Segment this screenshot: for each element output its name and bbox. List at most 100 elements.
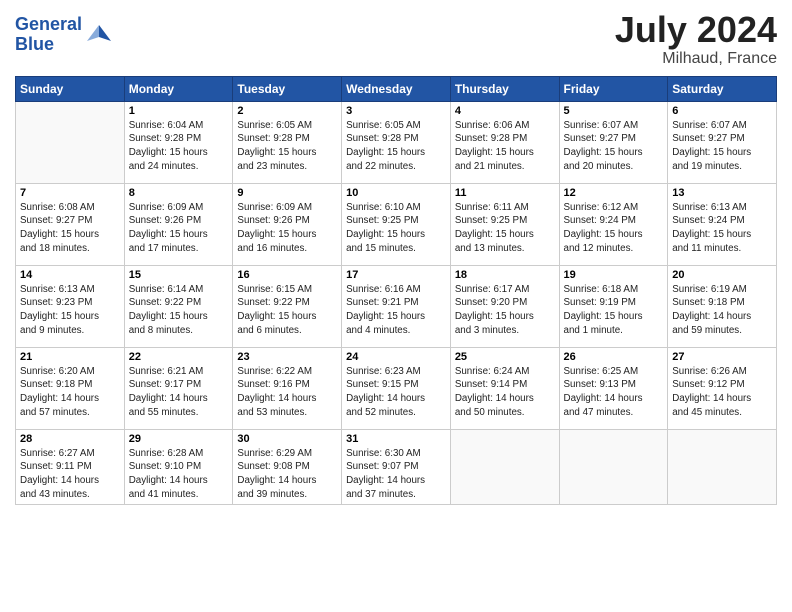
day-info: Sunrise: 6:09 AMSunset: 9:26 PMDaylight:… xyxy=(237,201,337,256)
header: General Blue July 2024 Milhaud, France xyxy=(15,10,777,68)
day-info: Sunrise: 6:25 AMSunset: 9:13 PMDaylight:… xyxy=(564,365,664,420)
day-number: 7 xyxy=(20,187,120,199)
table-row: 8Sunrise: 6:09 AMSunset: 9:26 PMDaylight… xyxy=(124,183,233,265)
table-row: 18 Sunrise: 6:17 AMSunset: 9:20 PMDayligh… xyxy=(450,265,559,347)
table-row: 12 Sunrise: 6:12 AMSunset: 9:24 PMDayligh… xyxy=(559,183,668,265)
day-info: Sunrise: 6:27 AMSunset: 9:11 PMDaylight:… xyxy=(20,447,120,502)
day-number: 29 xyxy=(129,433,229,445)
logo-line1: General xyxy=(15,14,82,34)
table-row: 4 Sunrise: 6:06 AMSunset: 9:28 PMDaylight… xyxy=(450,101,559,183)
day-number: 22 xyxy=(129,351,229,363)
day-info: Sunrise: 6:19 AMSunset: 9:18 PMDaylight:… xyxy=(672,283,772,338)
table-row xyxy=(668,429,777,505)
table-row: 20 Sunrise: 6:19 AMSunset: 9:18 PMDayligh… xyxy=(668,265,777,347)
table-row: 2 Sunrise: 6:05 AMSunset: 9:28 PMDaylight… xyxy=(233,101,342,183)
day-number: 21 xyxy=(20,351,120,363)
col-monday: Monday xyxy=(124,76,233,101)
table-row: 24 Sunrise: 6:23 AMSunset: 9:15 PMDayligh… xyxy=(342,347,451,429)
day-number: 17 xyxy=(346,269,446,281)
day-number: 28 xyxy=(20,433,120,445)
table-row: 6 Sunrise: 6:07 AMSunset: 9:27 PMDaylight… xyxy=(668,101,777,183)
day-number: 6 xyxy=(672,105,772,117)
day-number: 26 xyxy=(564,351,664,363)
day-number: 18 xyxy=(455,269,555,281)
day-info: Sunrise: 6:18 AMSunset: 9:19 PMDaylight:… xyxy=(564,283,664,338)
day-info: Sunrise: 6:07 AMSunset: 9:27 PMDaylight:… xyxy=(564,119,664,174)
page-container: General Blue July 2024 Milhaud, France S… xyxy=(0,0,792,510)
col-thursday: Thursday xyxy=(450,76,559,101)
logo-line2: Blue xyxy=(15,34,54,54)
table-row: 30 Sunrise: 6:29 AMSunset: 9:08 PMDayligh… xyxy=(233,429,342,505)
table-row: 3Sunrise: 6:05 AMSunset: 9:28 PMDaylight… xyxy=(342,101,451,183)
day-number: 20 xyxy=(672,269,772,281)
day-info: Sunrise: 6:30 AMSunset: 9:07 PMDaylight:… xyxy=(346,447,446,502)
day-info: Sunrise: 6:29 AMSunset: 9:08 PMDaylight:… xyxy=(237,447,337,502)
table-row: 28 Sunrise: 6:27 AMSunset: 9:11 PMDayligh… xyxy=(16,429,125,505)
table-row: 10Sunrise: 6:10 AMSunset: 9:25 PMDayligh… xyxy=(342,183,451,265)
day-info: Sunrise: 6:22 AMSunset: 9:16 PMDaylight:… xyxy=(237,365,337,420)
table-row: 29 Sunrise: 6:28 AMSunset: 9:10 PMDayligh… xyxy=(124,429,233,505)
day-number: 14 xyxy=(20,269,120,281)
day-number: 25 xyxy=(455,351,555,363)
table-row: 31 Sunrise: 6:30 AMSunset: 9:07 PMDayligh… xyxy=(342,429,451,505)
day-number: 31 xyxy=(346,433,446,445)
day-number: 9 xyxy=(237,187,337,199)
day-number: 13 xyxy=(672,187,772,199)
day-number: 30 xyxy=(237,433,337,445)
table-row xyxy=(450,429,559,505)
day-number: 16 xyxy=(237,269,337,281)
day-info: Sunrise: 6:12 AMSunset: 9:24 PMDaylight:… xyxy=(564,201,664,256)
col-sunday: Sunday xyxy=(16,76,125,101)
day-info: Sunrise: 6:05 AMSunset: 9:28 PMDaylight:… xyxy=(237,119,337,174)
day-number: 12 xyxy=(564,187,664,199)
day-number: 23 xyxy=(237,351,337,363)
day-info: Sunrise: 6:21 AMSunset: 9:17 PMDaylight:… xyxy=(129,365,229,420)
title-block: July 2024 Milhaud, France xyxy=(615,10,777,68)
day-number: 19 xyxy=(564,269,664,281)
col-tuesday: Tuesday xyxy=(233,76,342,101)
table-row: 21 Sunrise: 6:20 AMSunset: 9:18 PMDayligh… xyxy=(16,347,125,429)
day-number: 27 xyxy=(672,351,772,363)
day-info: Sunrise: 6:23 AMSunset: 9:15 PMDaylight:… xyxy=(346,365,446,420)
table-row: 26 Sunrise: 6:25 AMSunset: 9:13 PMDayligh… xyxy=(559,347,668,429)
day-info: Sunrise: 6:13 AMSunset: 9:23 PMDaylight:… xyxy=(20,283,120,338)
logo-text: General Blue xyxy=(15,15,82,55)
day-info: Sunrise: 6:24 AMSunset: 9:14 PMDaylight:… xyxy=(455,365,555,420)
calendar-header-row: Sunday Monday Tuesday Wednesday Thursday… xyxy=(16,76,777,101)
table-row: 19 Sunrise: 6:18 AMSunset: 9:19 PMDayligh… xyxy=(559,265,668,347)
day-info: Sunrise: 6:14 AMSunset: 9:22 PMDaylight:… xyxy=(129,283,229,338)
table-row: 15 Sunrise: 6:14 AMSunset: 9:22 PMDayligh… xyxy=(124,265,233,347)
calendar-table: Sunday Monday Tuesday Wednesday Thursday… xyxy=(15,76,777,506)
day-number: 4 xyxy=(455,105,555,117)
day-info: Sunrise: 6:11 AMSunset: 9:25 PMDaylight:… xyxy=(455,201,555,256)
day-info: Sunrise: 6:13 AMSunset: 9:24 PMDaylight:… xyxy=(672,201,772,256)
table-row: 5Sunrise: 6:07 AMSunset: 9:27 PMDaylight… xyxy=(559,101,668,183)
day-info: Sunrise: 6:20 AMSunset: 9:18 PMDaylight:… xyxy=(20,365,120,420)
day-info: Sunrise: 6:10 AMSunset: 9:25 PMDaylight:… xyxy=(346,201,446,256)
day-number: 1 xyxy=(129,105,229,117)
table-row xyxy=(559,429,668,505)
day-info: Sunrise: 6:07 AMSunset: 9:27 PMDaylight:… xyxy=(672,119,772,174)
logo: General Blue xyxy=(15,15,113,55)
table-row: 1Sunrise: 6:04 AMSunset: 9:28 PMDaylight… xyxy=(124,101,233,183)
day-info: Sunrise: 6:05 AMSunset: 9:28 PMDaylight:… xyxy=(346,119,446,174)
table-row: 22 Sunrise: 6:21 AMSunset: 9:17 PMDayligh… xyxy=(124,347,233,429)
day-info: Sunrise: 6:08 AMSunset: 9:27 PMDaylight:… xyxy=(20,201,120,256)
day-info: Sunrise: 6:06 AMSunset: 9:28 PMDaylight:… xyxy=(455,119,555,174)
table-row: 14 Sunrise: 6:13 AMSunset: 9:23 PMDayligh… xyxy=(16,265,125,347)
table-row: 23 Sunrise: 6:22 AMSunset: 9:16 PMDayligh… xyxy=(233,347,342,429)
day-info: Sunrise: 6:26 AMSunset: 9:12 PMDaylight:… xyxy=(672,365,772,420)
day-number: 15 xyxy=(129,269,229,281)
day-number: 2 xyxy=(237,105,337,117)
table-row: 9 Sunrise: 6:09 AMSunset: 9:26 PMDaylight… xyxy=(233,183,342,265)
day-info: Sunrise: 6:17 AMSunset: 9:20 PMDaylight:… xyxy=(455,283,555,338)
col-friday: Friday xyxy=(559,76,668,101)
location-title: Milhaud, France xyxy=(615,50,777,68)
table-row: 27 Sunrise: 6:26 AMSunset: 9:12 PMDayligh… xyxy=(668,347,777,429)
day-info: Sunrise: 6:28 AMSunset: 9:10 PMDaylight:… xyxy=(129,447,229,502)
day-info: Sunrise: 6:09 AMSunset: 9:26 PMDaylight:… xyxy=(129,201,229,256)
table-row: 25 Sunrise: 6:24 AMSunset: 9:14 PMDayligh… xyxy=(450,347,559,429)
logo-icon xyxy=(85,23,113,47)
col-saturday: Saturday xyxy=(668,76,777,101)
day-number: 24 xyxy=(346,351,446,363)
